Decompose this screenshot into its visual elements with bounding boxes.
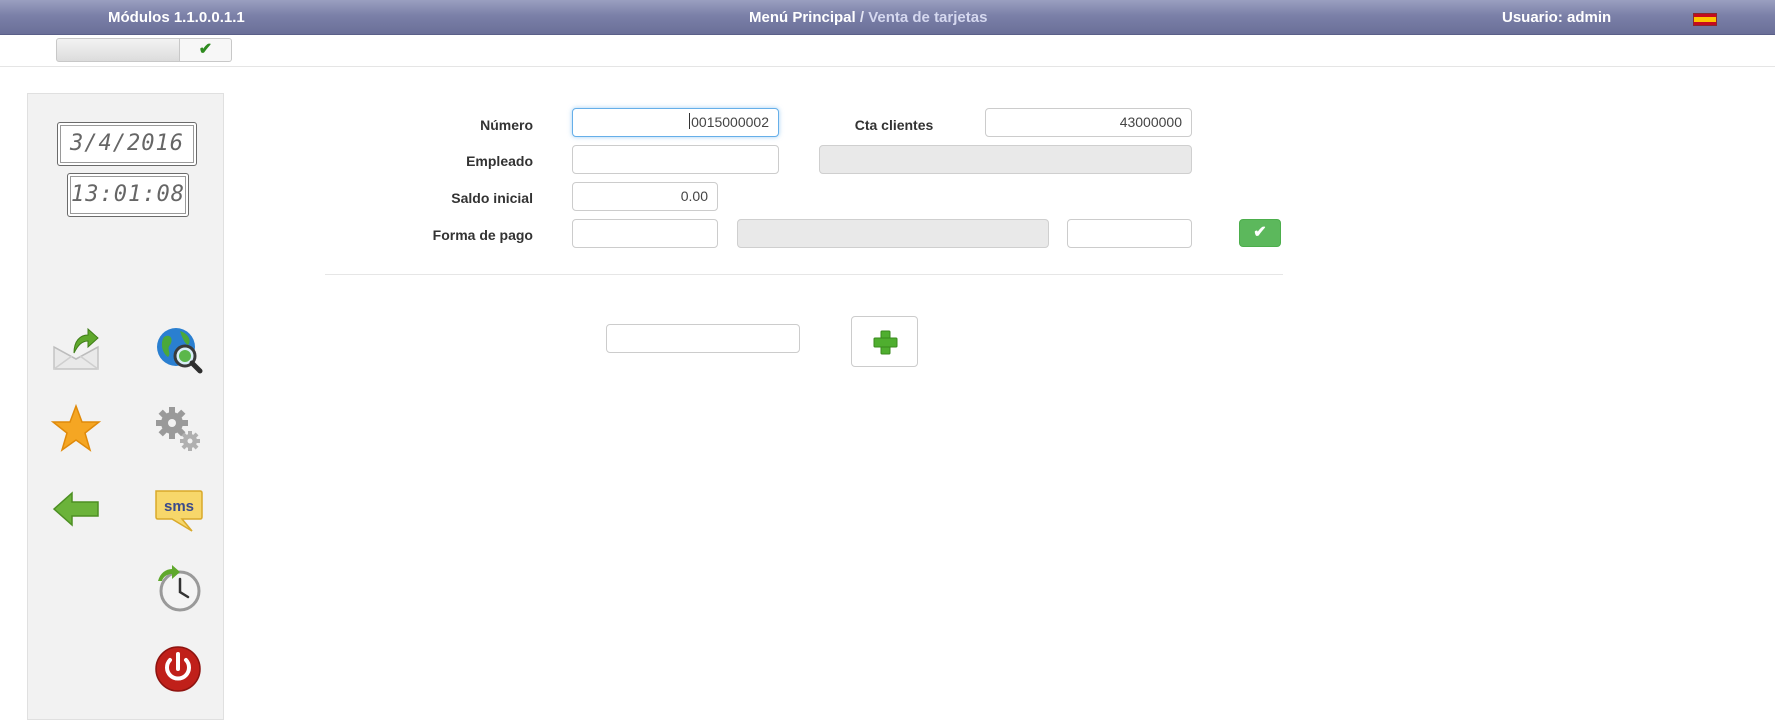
forma-pago-code-input[interactable] xyxy=(572,219,718,248)
cta-clientes-input[interactable]: 43000000 xyxy=(985,108,1192,137)
star-favorite-icon[interactable] xyxy=(50,403,102,455)
checkmark-icon: ✔ xyxy=(1253,224,1267,241)
add-button[interactable] xyxy=(851,316,918,367)
module-confirm-button[interactable]: ✔ xyxy=(180,38,232,62)
globe-search-icon[interactable] xyxy=(152,323,204,375)
empleado-name-field xyxy=(819,145,1192,174)
forma-pago-label: Forma de pago xyxy=(432,227,533,243)
clock-history-icon[interactable] xyxy=(152,563,204,615)
numero-input[interactable]: 0015000002 xyxy=(572,108,779,137)
checkmark-icon: ✔ xyxy=(198,41,213,58)
numero-value: 0015000002 xyxy=(691,114,769,130)
mail-send-icon[interactable] xyxy=(50,323,102,375)
divider xyxy=(325,274,1283,275)
time-display: 13:01:08 xyxy=(67,173,189,217)
numero-label: Número xyxy=(480,117,533,133)
user-label: Usuario: admin xyxy=(1502,9,1612,26)
forma-pago-extra-input[interactable] xyxy=(1067,219,1192,248)
arrow-back-icon[interactable] xyxy=(50,483,102,535)
empleado-label: Empleado xyxy=(466,153,533,169)
plus-icon xyxy=(873,330,898,355)
top-bar: Módulos 1.1.0.0.1.1 Menú Principal / Ven… xyxy=(0,0,1775,35)
breadcrumb-main-menu[interactable]: Menú Principal xyxy=(749,9,856,26)
svg-text:sms: sms xyxy=(164,498,194,515)
module-bar xyxy=(0,35,1775,67)
forma-pago-desc-field xyxy=(737,219,1049,248)
saldo-inicial-label: Saldo inicial xyxy=(451,190,533,206)
gears-settings-icon[interactable] xyxy=(152,403,204,455)
breadcrumb-current: Venta de tarjetas xyxy=(868,9,988,26)
add-item-input[interactable] xyxy=(606,324,800,353)
spain-flag-icon[interactable] xyxy=(1693,13,1717,26)
empleado-input[interactable] xyxy=(572,145,779,174)
saldo-inicial-input[interactable]: 0.00 xyxy=(572,182,718,211)
module-select[interactable] xyxy=(56,38,180,62)
breadcrumb: Menú Principal / Venta de tarjetas xyxy=(749,9,987,26)
breadcrumb-separator: / xyxy=(859,9,865,26)
cta-clientes-label: Cta clientes xyxy=(854,117,934,133)
sms-icon[interactable]: sms xyxy=(152,483,204,535)
modules-title: Módulos 1.1.0.0.1.1 xyxy=(108,9,245,26)
text-caret xyxy=(689,113,691,129)
power-off-icon[interactable] xyxy=(152,643,204,695)
confirm-button[interactable]: ✔ xyxy=(1239,219,1281,247)
date-display: 3/4/2016 xyxy=(57,122,197,166)
